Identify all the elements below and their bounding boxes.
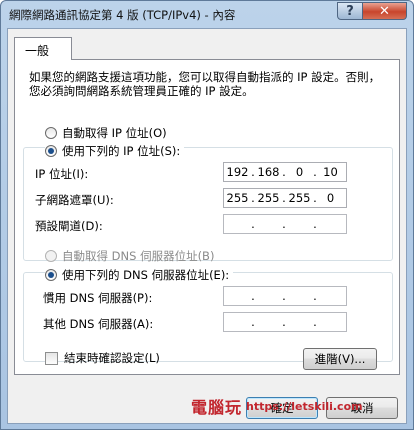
cancel-button-label: 取消 xyxy=(350,401,374,415)
ip-octet: 0 xyxy=(326,191,335,205)
cancel-button[interactable]: 取消 xyxy=(326,397,398,419)
subnet-mask-label: 子網路遮罩(U): xyxy=(35,193,114,207)
dns-manual-option[interactable]: 使用下列的 DNS 伺服器位址(E): xyxy=(45,267,234,283)
ip-octet: 255 xyxy=(288,191,311,205)
default-gateway-label: 預設閘道(D): xyxy=(35,219,103,233)
octet-separator: . xyxy=(282,217,286,231)
ok-button-label: 確定 xyxy=(270,401,294,415)
ip-auto-radio[interactable] xyxy=(45,127,57,139)
close-button[interactable]: ✕ xyxy=(363,2,407,20)
ip-octet: 192 xyxy=(226,165,249,179)
ip-octet: 10 xyxy=(323,165,338,179)
help-button[interactable]: ? xyxy=(337,2,363,20)
dns-auto-radio[interactable] xyxy=(45,250,57,262)
dialog-client-area: 一般 如果您的網路支援這項功能，您可以取得自動指派的 IP 設定。否則，您必須詢… xyxy=(7,28,407,424)
advanced-button[interactable]: 進階(V)... xyxy=(303,348,377,370)
ip-manual-option[interactable]: 使用下列的 IP 位址(S): xyxy=(45,143,185,159)
octet-separator: . xyxy=(313,217,317,231)
octet-separator: . xyxy=(313,315,317,329)
dns-auto-option[interactable]: 自動取得 DNS 伺服器位址(B) xyxy=(45,248,214,264)
validate-settings-label: 結束時確認設定(L) xyxy=(64,351,160,365)
dns-manual-radio[interactable] xyxy=(45,269,57,281)
octet-separator: . xyxy=(251,289,255,303)
ip-manual-label: 使用下列的 IP 位址(S): xyxy=(62,144,181,158)
description-text: 如果您的網路支援這項功能，您可以取得自動指派的 IP 設定。否則，您必須詢問網路… xyxy=(29,70,381,98)
alternate-dns-label: 其他 DNS 伺服器(A): xyxy=(43,317,154,331)
preferred-dns-input[interactable]: . . . xyxy=(223,286,347,306)
ip-address-input[interactable]: 192. 168. 0. 10 xyxy=(223,162,347,182)
validate-settings-checkbox[interactable] xyxy=(45,351,58,365)
subnet-mask-input[interactable]: 255. 255. 255. 0 xyxy=(223,188,347,208)
octet-separator: . xyxy=(282,289,286,303)
general-tab-panel: 如果您的網路支援這項功能，您可以取得自動指派的 IP 設定。否則，您必須詢問網路… xyxy=(14,59,400,375)
title-bar[interactable]: 網際網路通訊協定第 4 版 (TCP/IPv4) - 內容 ? ✕ xyxy=(1,1,413,27)
default-gateway-input[interactable]: . . . xyxy=(223,214,347,234)
ip-address-label: IP 位址(I): xyxy=(35,167,89,181)
ip-octet: 255 xyxy=(226,191,249,205)
tab-general[interactable]: 一般 xyxy=(14,37,72,60)
validate-settings-option[interactable]: 結束時確認設定(L) xyxy=(45,350,160,366)
octet-separator: . xyxy=(282,315,286,329)
window-title: 網際網路通訊協定第 4 版 (TCP/IPv4) - 內容 xyxy=(9,8,236,22)
ok-button[interactable]: 確定 xyxy=(246,397,318,419)
ip-octet: 255 xyxy=(257,191,280,205)
question-icon: ? xyxy=(346,3,354,19)
advanced-button-label: 進階(V)... xyxy=(314,352,366,366)
dns-manual-label: 使用下列的 DNS 伺服器位址(E): xyxy=(62,268,230,282)
tab-general-label: 一般 xyxy=(25,44,50,58)
close-icon: ✕ xyxy=(379,3,390,19)
octet-separator: . xyxy=(313,289,317,303)
ip-octet: 0 xyxy=(295,165,304,179)
ip-auto-label: 自動取得 IP 位址(O) xyxy=(62,126,167,140)
ip-manual-radio[interactable] xyxy=(45,145,57,157)
octet-separator: . xyxy=(251,217,255,231)
properties-dialog: 網際網路通訊協定第 4 版 (TCP/IPv4) - 內容 ? ✕ 一般 如果您… xyxy=(0,0,414,430)
ip-octet: 168 xyxy=(257,165,280,179)
alternate-dns-input[interactable]: . . . xyxy=(223,312,347,332)
octet-separator: . xyxy=(251,315,255,329)
ip-auto-option[interactable]: 自動取得 IP 位址(O) xyxy=(45,125,167,141)
dns-auto-label: 自動取得 DNS 伺服器位址(B) xyxy=(62,249,215,263)
preferred-dns-label: 慣用 DNS 伺服器(P): xyxy=(43,291,153,305)
